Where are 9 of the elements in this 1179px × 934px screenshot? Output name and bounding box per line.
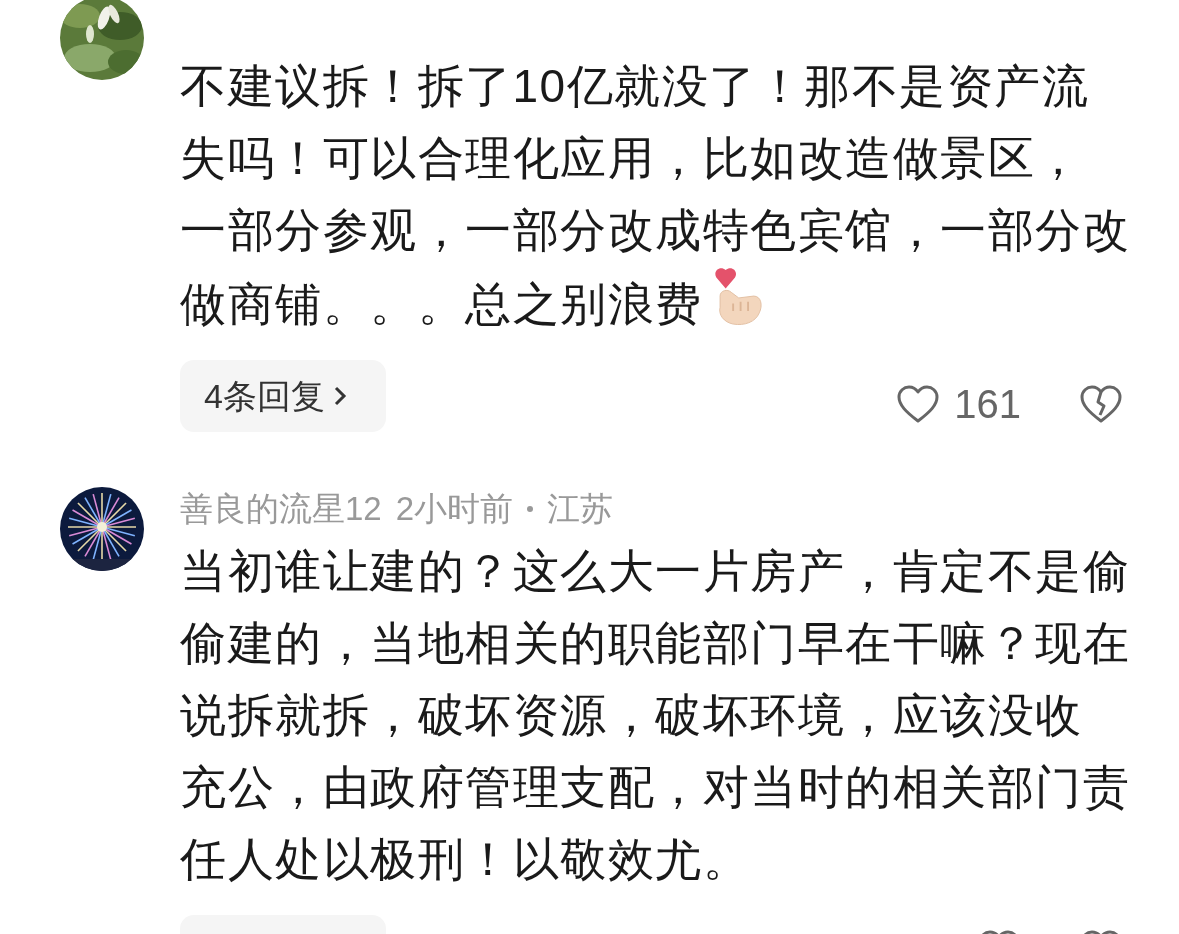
post-time: 2小时前 (395, 489, 514, 530)
like-icon[interactable] (896, 384, 941, 424)
location: 江苏 (547, 489, 614, 530)
like-count: 161 (954, 381, 1021, 428)
comment-text: 不建议拆！拆了10亿就没了！那不是资产流 失吗！可以合理化应用，比如改造做景区， 一部分参观，一部分改成特色宾馆，一部分改 做商铺。。。总之别浪费 (180, 59, 1131, 332)
comment-text: 当初谁让建的？这么大一片房产，肯定不是偷 偷建的，当地相关的职能部门早在干嘛？现在 说拆就拆，破坏资源，破坏环境，应该没收 充公，由政府管理支配，对当时的相关部门责 任人处以极刑！以敬效尤。 (180, 544, 1131, 887)
chevron-right-icon (332, 385, 347, 407)
broken-heart-icon[interactable] (1079, 384, 1123, 424)
replies-button[interactable]: 4条回复 (180, 360, 386, 432)
